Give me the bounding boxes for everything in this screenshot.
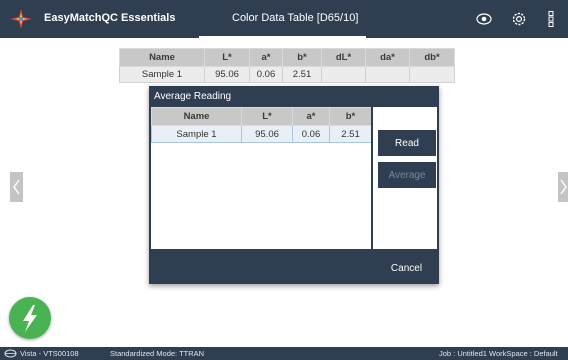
average-button[interactable]: Average — [378, 162, 436, 188]
column-header: db* — [409, 48, 455, 67]
next-page-button[interactable] — [558, 172, 568, 202]
lightning-icon — [23, 305, 37, 332]
table-cell: 0.06 — [292, 125, 330, 143]
panel-divider — [371, 107, 373, 249]
column-header: L* — [241, 107, 293, 126]
dialog-title: Average Reading — [154, 91, 232, 102]
column-header: b* — [282, 48, 322, 67]
overflow-menu-icon[interactable] — [548, 11, 554, 27]
table-cell: 95.06 — [204, 66, 250, 83]
table-header-row: Name L* a* b* — [151, 107, 372, 126]
average-reading-dialog: Average Reading Name L* a* b* Sample 1 9… — [149, 86, 439, 284]
table-cell: 0.06 — [249, 66, 283, 83]
column-header: a* — [249, 48, 283, 67]
column-header: L* — [204, 48, 250, 67]
dialog-content: Name L* a* b* Sample 1 95.06 0.06 2.51 R… — [151, 107, 437, 249]
table-cell: 2.51 — [282, 66, 322, 83]
column-header: a* — [292, 107, 330, 126]
app-name: EasyMatchQC Essentials — [44, 12, 176, 24]
table-cell: 95.06 — [241, 125, 293, 143]
table-row[interactable]: Sample 1 95.06 0.06 2.51 — [151, 125, 372, 143]
status-bar: Vista - VTS00108 Standardized Mode: TTRA… — [0, 347, 568, 360]
top-app-bar: EasyMatchQC Essentials Color Data Table … — [0, 0, 568, 38]
easymatchqc-logo-icon — [10, 9, 32, 29]
active-tab-indicator — [199, 36, 366, 38]
color-data-table: Name L* a* b* dL* da* db* Sample 1 95.06… — [119, 48, 455, 83]
chevron-right-icon — [560, 179, 567, 195]
reading-table: Name L* a* b* Sample 1 95.06 0.06 2.51 — [151, 107, 372, 143]
table-row[interactable]: Sample 1 95.06 0.06 2.51 — [119, 66, 455, 83]
measure-fab-button[interactable] — [9, 297, 51, 339]
table-cell — [321, 66, 366, 83]
read-button[interactable]: Read — [378, 130, 436, 156]
table-cell — [365, 66, 410, 83]
chevron-left-icon — [13, 179, 20, 195]
page-title[interactable]: Color Data Table [D65/10] — [232, 12, 358, 24]
gear-icon[interactable] — [510, 10, 528, 28]
column-header: da* — [365, 48, 410, 67]
job-workspace-label: Job : Untitled1 WorkSpace : Default — [439, 349, 558, 358]
cancel-button[interactable]: Cancel — [380, 257, 433, 279]
eye-icon[interactable] — [476, 12, 492, 26]
instrument-label: Vista - VTS00108 — [20, 349, 79, 358]
table-cell — [409, 66, 455, 83]
mode-label: Standardized Mode: TTRAN — [110, 349, 205, 358]
column-header: Name — [151, 107, 242, 126]
column-header: dL* — [321, 48, 366, 67]
table-cell: Sample 1 — [119, 66, 205, 83]
previous-page-button[interactable] — [10, 172, 23, 202]
hunterlab-logo-icon — [4, 349, 17, 358]
column-header: b* — [329, 107, 372, 126]
column-header: Name — [119, 48, 205, 67]
table-cell: Sample 1 — [151, 125, 242, 143]
table-cell: 2.51 — [329, 125, 372, 143]
table-header-row: Name L* a* b* dL* da* db* — [119, 48, 455, 67]
